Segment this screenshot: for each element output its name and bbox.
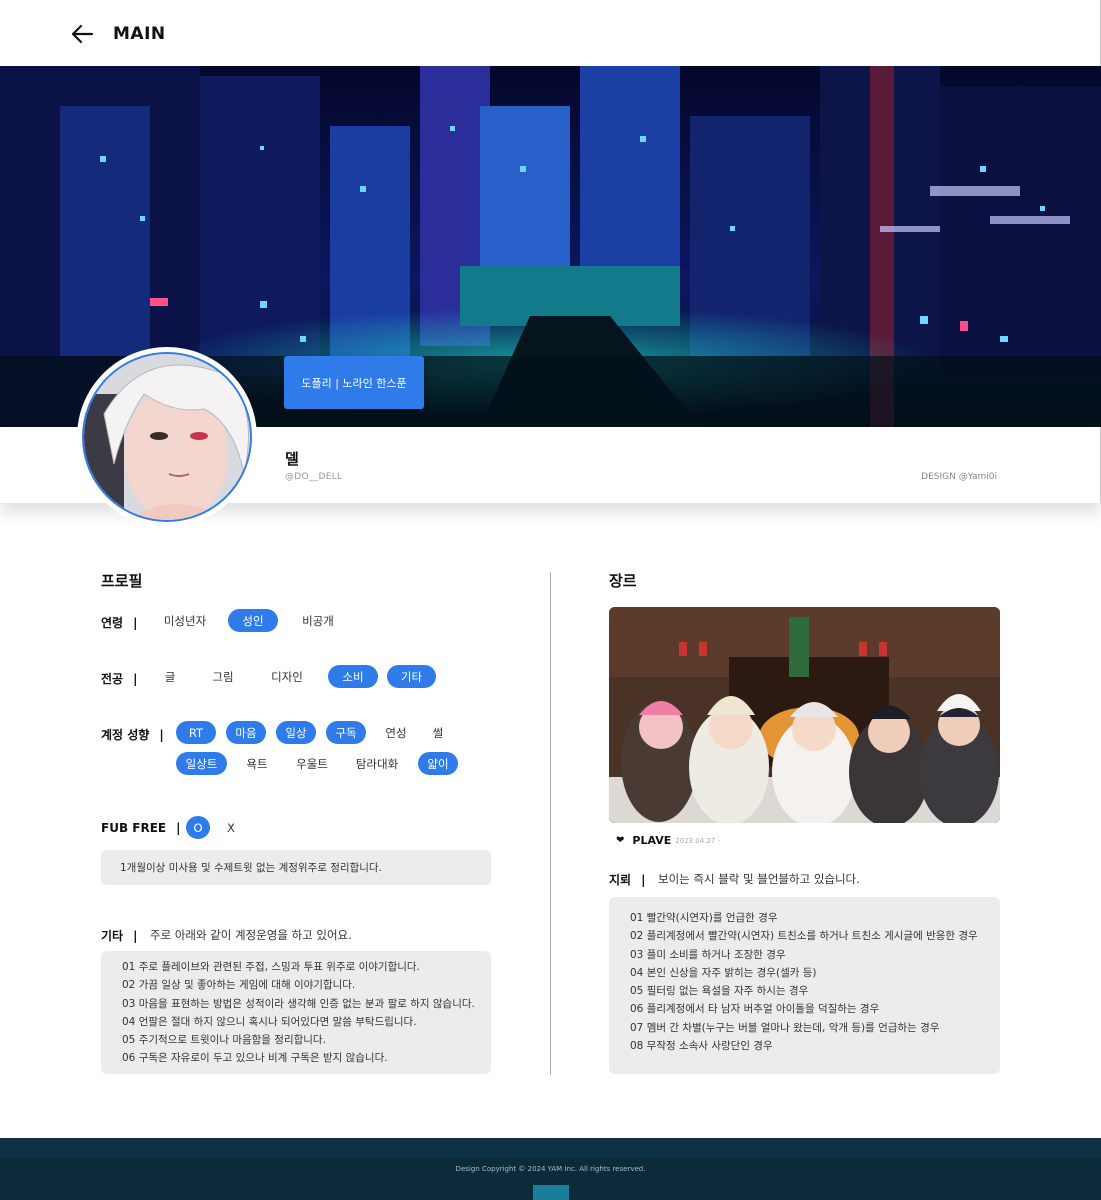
genre-date: 2023.04.27 -	[675, 836, 721, 845]
major-option-drawing[interactable]: 그림	[205, 665, 241, 688]
etc-rule-line: 06 구독은 자유로이 두고 있으나 비계 구독은 받지 않습니다.	[122, 1052, 388, 1065]
major-label: 전공 |	[101, 672, 138, 686]
genre-image	[609, 607, 1000, 823]
major-option-consume[interactable]: 소비	[328, 665, 378, 688]
footer: Design Copyright © 2024 YAM Inc. All rig…	[0, 1138, 1101, 1200]
tendency-option-sad-tweet[interactable]: 우울트	[288, 752, 336, 775]
display-name: 델	[285, 450, 299, 468]
etc-rules-box: 01 주로 플레이브와 관련된 주접, 스밍과 투표 위주로 이야기합니다. 0…	[101, 951, 491, 1074]
age-option-adult[interactable]: 성인	[228, 609, 278, 632]
age-option-minor[interactable]: 미성년자	[155, 609, 215, 632]
landmine-summary: 보이는 즉시 블락 및 블언블하고 있습니다.	[658, 872, 860, 886]
top-bar: MAIN	[0, 0, 1101, 66]
etc-rule-line: 01 주로 플레이브와 관련된 주접, 스밍과 투표 위주로 이야기합니다.	[122, 961, 420, 973]
avatar-image	[82, 352, 252, 522]
age-option-private[interactable]: 비공개	[293, 609, 343, 632]
etc-summary: 주로 아래와 같이 계정운영을 하고 있어요.	[150, 928, 352, 942]
page-title: MAIN	[113, 24, 166, 44]
landmine-rule-line: 04 본인 신상을 자주 밝히는 경우(셀카 등)	[630, 966, 817, 979]
user-handle: @DO__DELL	[285, 472, 343, 482]
tendency-option-light[interactable]: 얇이	[418, 752, 458, 775]
landmine-rule-line: 01 빨간약(시연자)를 언급한 경우	[630, 912, 778, 924]
landmine-rule-line: 08 무작정 소속사 사랑단인 경우	[630, 1040, 773, 1053]
tendency-option-story[interactable]: 썰	[422, 721, 454, 744]
landmine-rule-line: 03 플미 소비를 하거나 조장한 경우	[630, 948, 786, 961]
etc-rule-line: 04 언팔은 절대 하지 않으니 혹시나 되어있다면 말씀 부탁드립니다.	[122, 1015, 417, 1028]
banner-tag: 도플리 | 노라인 한스푼	[284, 356, 424, 409]
major-option-writing[interactable]: 글	[155, 665, 185, 688]
landmine-rules-box: 01 빨간약(시연자)를 언급한 경우 02 플리계정에서 빨간약(시연자) 트…	[609, 897, 1000, 1074]
avatar	[77, 347, 257, 527]
etc-rule-line: 02 가끔 일상 및 좋아하는 게임에 대해 이야기합니다.	[122, 979, 356, 992]
tendency-option-timeline-chat[interactable]: 탐라대화	[348, 752, 406, 775]
fubfree-option-no[interactable]: X	[222, 816, 240, 839]
footer-copyright: Design Copyright © 2024 YAM Inc. All rig…	[455, 1165, 646, 1173]
genre-caption: ❤ PLAVE 2023.04.27 -	[616, 834, 720, 847]
tendency-option-daily[interactable]: 일상	[276, 721, 316, 744]
fubfree-note-text: 1개월이상 미사용 및 수제트윗 없는 계정위주로 정리합니다.	[120, 862, 382, 874]
landmine-rule-line: 02 플리계정에서 빨간약(시연자) 트친소를 하거나 트친소 게시글에 반응한…	[630, 930, 978, 943]
etc-rule-line: 03 마음을 표현하는 방법은 성적이라 생각해 인증 없는 분과 팔로 하지 …	[122, 997, 475, 1010]
landmine-rule-line: 07 멤버 간 차별(누구는 버블 얼마나 왔는데, 악개 등)를 언급하는 경…	[630, 1021, 940, 1034]
landmine-label: 지뢰 |	[609, 873, 646, 887]
genre-name: PLAVE	[632, 834, 672, 847]
profile-section-title: 프로필	[101, 572, 143, 590]
genre-section-title: 장르	[609, 572, 637, 590]
fubfree-option-yes[interactable]: O	[186, 816, 210, 839]
landmine-rule-line: 06 플리계정에서 타 남자 버추얼 아이돌을 덕질하는 경우	[630, 1003, 880, 1016]
tendency-option-swear-tweet[interactable]: 욕트	[238, 752, 276, 775]
tendency-option-rt[interactable]: RT	[176, 721, 216, 744]
tendency-label: 계정 성향 |	[101, 728, 164, 742]
fubfree-label: FUB FREE |	[101, 821, 181, 835]
design-credit: DESIGN @Yami0i	[921, 472, 997, 482]
tendency-option-subscribe[interactable]: 구독	[326, 721, 366, 744]
back-arrow-icon[interactable]	[70, 23, 94, 45]
landmine-rule-line: 05 필터링 없는 욕설을 자주 하시는 경우	[630, 985, 809, 998]
etc-rule-line: 05 주기적으로 트윗이나 마음함을 정리합니다.	[122, 1034, 326, 1047]
fubfree-note: 1개월이상 미사용 및 수제트윗 없는 계정위주로 정리합니다.	[101, 850, 491, 885]
tendency-option-daily-tweet[interactable]: 일상트	[176, 752, 227, 775]
tendency-option-creation[interactable]: 연성	[376, 721, 416, 744]
major-option-design[interactable]: 디자인	[262, 665, 312, 688]
heart-icon: ❤	[616, 835, 625, 846]
tendency-option-heart[interactable]: 마음	[226, 721, 266, 744]
age-label: 연령 |	[101, 616, 138, 630]
column-divider	[550, 572, 551, 1075]
etc-label: 기타 |	[101, 929, 138, 943]
major-option-other[interactable]: 기타	[387, 665, 436, 688]
